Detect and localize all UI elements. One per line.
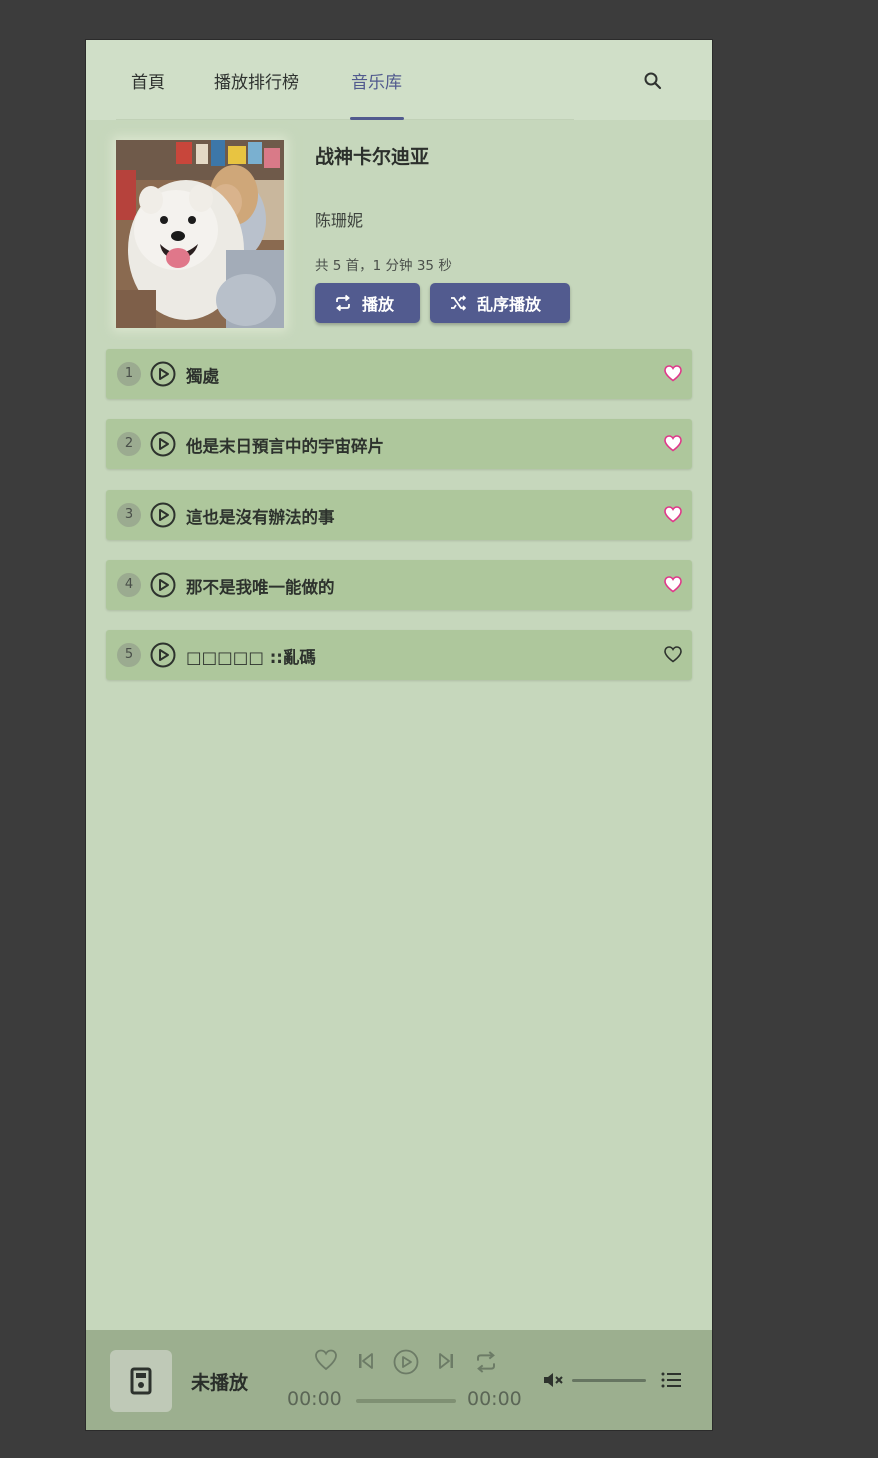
song-row[interactable]: 1 獨處 xyxy=(106,349,692,399)
now-playing-title: 未播放 xyxy=(191,1372,249,1394)
player-bar: 未播放 00:00 00:00 xyxy=(86,1330,712,1430)
search-icon[interactable] xyxy=(642,70,664,92)
shuffle-icon xyxy=(451,295,467,311)
song-row[interactable]: 3 這也是沒有辦法的事 xyxy=(106,490,692,540)
album-meta: 共 5 首，1 分钟 35 秒 xyxy=(315,258,452,274)
shuffle-play-label: 乱序播放 xyxy=(477,295,542,314)
album-title: 战神卡尔迪亚 xyxy=(315,146,430,168)
album-artist[interactable]: 陈珊妮 xyxy=(315,207,363,231)
volume-slider[interactable] xyxy=(572,1379,646,1382)
song-title: 獨處 xyxy=(186,367,219,386)
play-circle-icon[interactable] xyxy=(150,572,176,598)
next-icon[interactable] xyxy=(436,1351,456,1371)
song-number: 4 xyxy=(117,573,141,597)
song-row[interactable]: 5 □□□□□ ::亂碼 xyxy=(106,630,692,680)
play-icon[interactable] xyxy=(393,1349,419,1375)
song-number: 3 xyxy=(117,503,141,527)
progress-bar[interactable] xyxy=(356,1399,456,1403)
song-number: 5 xyxy=(117,643,141,667)
song-title: 那不是我唯一能做的 xyxy=(186,578,335,597)
song-title: □□□□□ ::亂碼 xyxy=(186,648,316,667)
repeat-icon xyxy=(336,294,350,312)
song-title: 他是末日預言中的宇宙碎片 xyxy=(186,437,384,456)
top-navigation: 首頁 播放排行榜 音乐库 xyxy=(86,40,712,120)
current-time: 00:00 xyxy=(287,1388,342,1410)
play-circle-icon[interactable] xyxy=(150,361,176,387)
tab-play-ranking[interactable]: 播放排行榜 xyxy=(214,68,299,93)
tab-music-library[interactable]: 音乐库 xyxy=(351,68,402,93)
play-circle-icon[interactable] xyxy=(150,431,176,457)
total-time: 00:00 xyxy=(467,1388,522,1410)
heart-icon[interactable] xyxy=(664,435,682,452)
player-artwork xyxy=(110,1350,172,1412)
song-number: 2 xyxy=(117,432,141,456)
album-cover xyxy=(116,140,284,328)
play-all-button[interactable]: 播放 xyxy=(315,283,420,323)
heart-icon[interactable] xyxy=(664,506,682,523)
tab-bar-divider xyxy=(116,119,574,120)
tab-home[interactable]: 首頁 xyxy=(131,68,165,93)
heart-icon[interactable] xyxy=(664,576,682,593)
play-circle-icon[interactable] xyxy=(150,642,176,668)
playlist-icon[interactable] xyxy=(660,1369,682,1391)
song-row[interactable]: 4 那不是我唯一能做的 xyxy=(106,560,692,610)
song-title: 這也是沒有辦法的事 xyxy=(186,508,335,527)
song-number: 1 xyxy=(117,362,141,386)
shuffle-play-button[interactable]: 乱序播放 xyxy=(430,283,570,323)
play-circle-icon[interactable] xyxy=(150,502,176,528)
play-all-label: 播放 xyxy=(362,295,395,314)
heart-icon[interactable] xyxy=(664,365,682,382)
music-player-icon xyxy=(130,1367,152,1395)
music-app-window: 首頁 播放排行榜 音乐库 战神卡尔迪亚 陈珊妮 共 5 首，1 分钟 35 秒 … xyxy=(86,40,712,1430)
previous-icon[interactable] xyxy=(356,1351,376,1371)
active-tab-indicator xyxy=(350,117,404,120)
heart-outline-icon[interactable] xyxy=(664,646,682,663)
song-row[interactable]: 2 他是末日預言中的宇宙碎片 xyxy=(106,419,692,469)
like-heart-icon[interactable] xyxy=(314,1348,338,1372)
repeat-mode-icon[interactable] xyxy=(474,1350,498,1374)
volume-mute-icon[interactable] xyxy=(542,1370,566,1390)
